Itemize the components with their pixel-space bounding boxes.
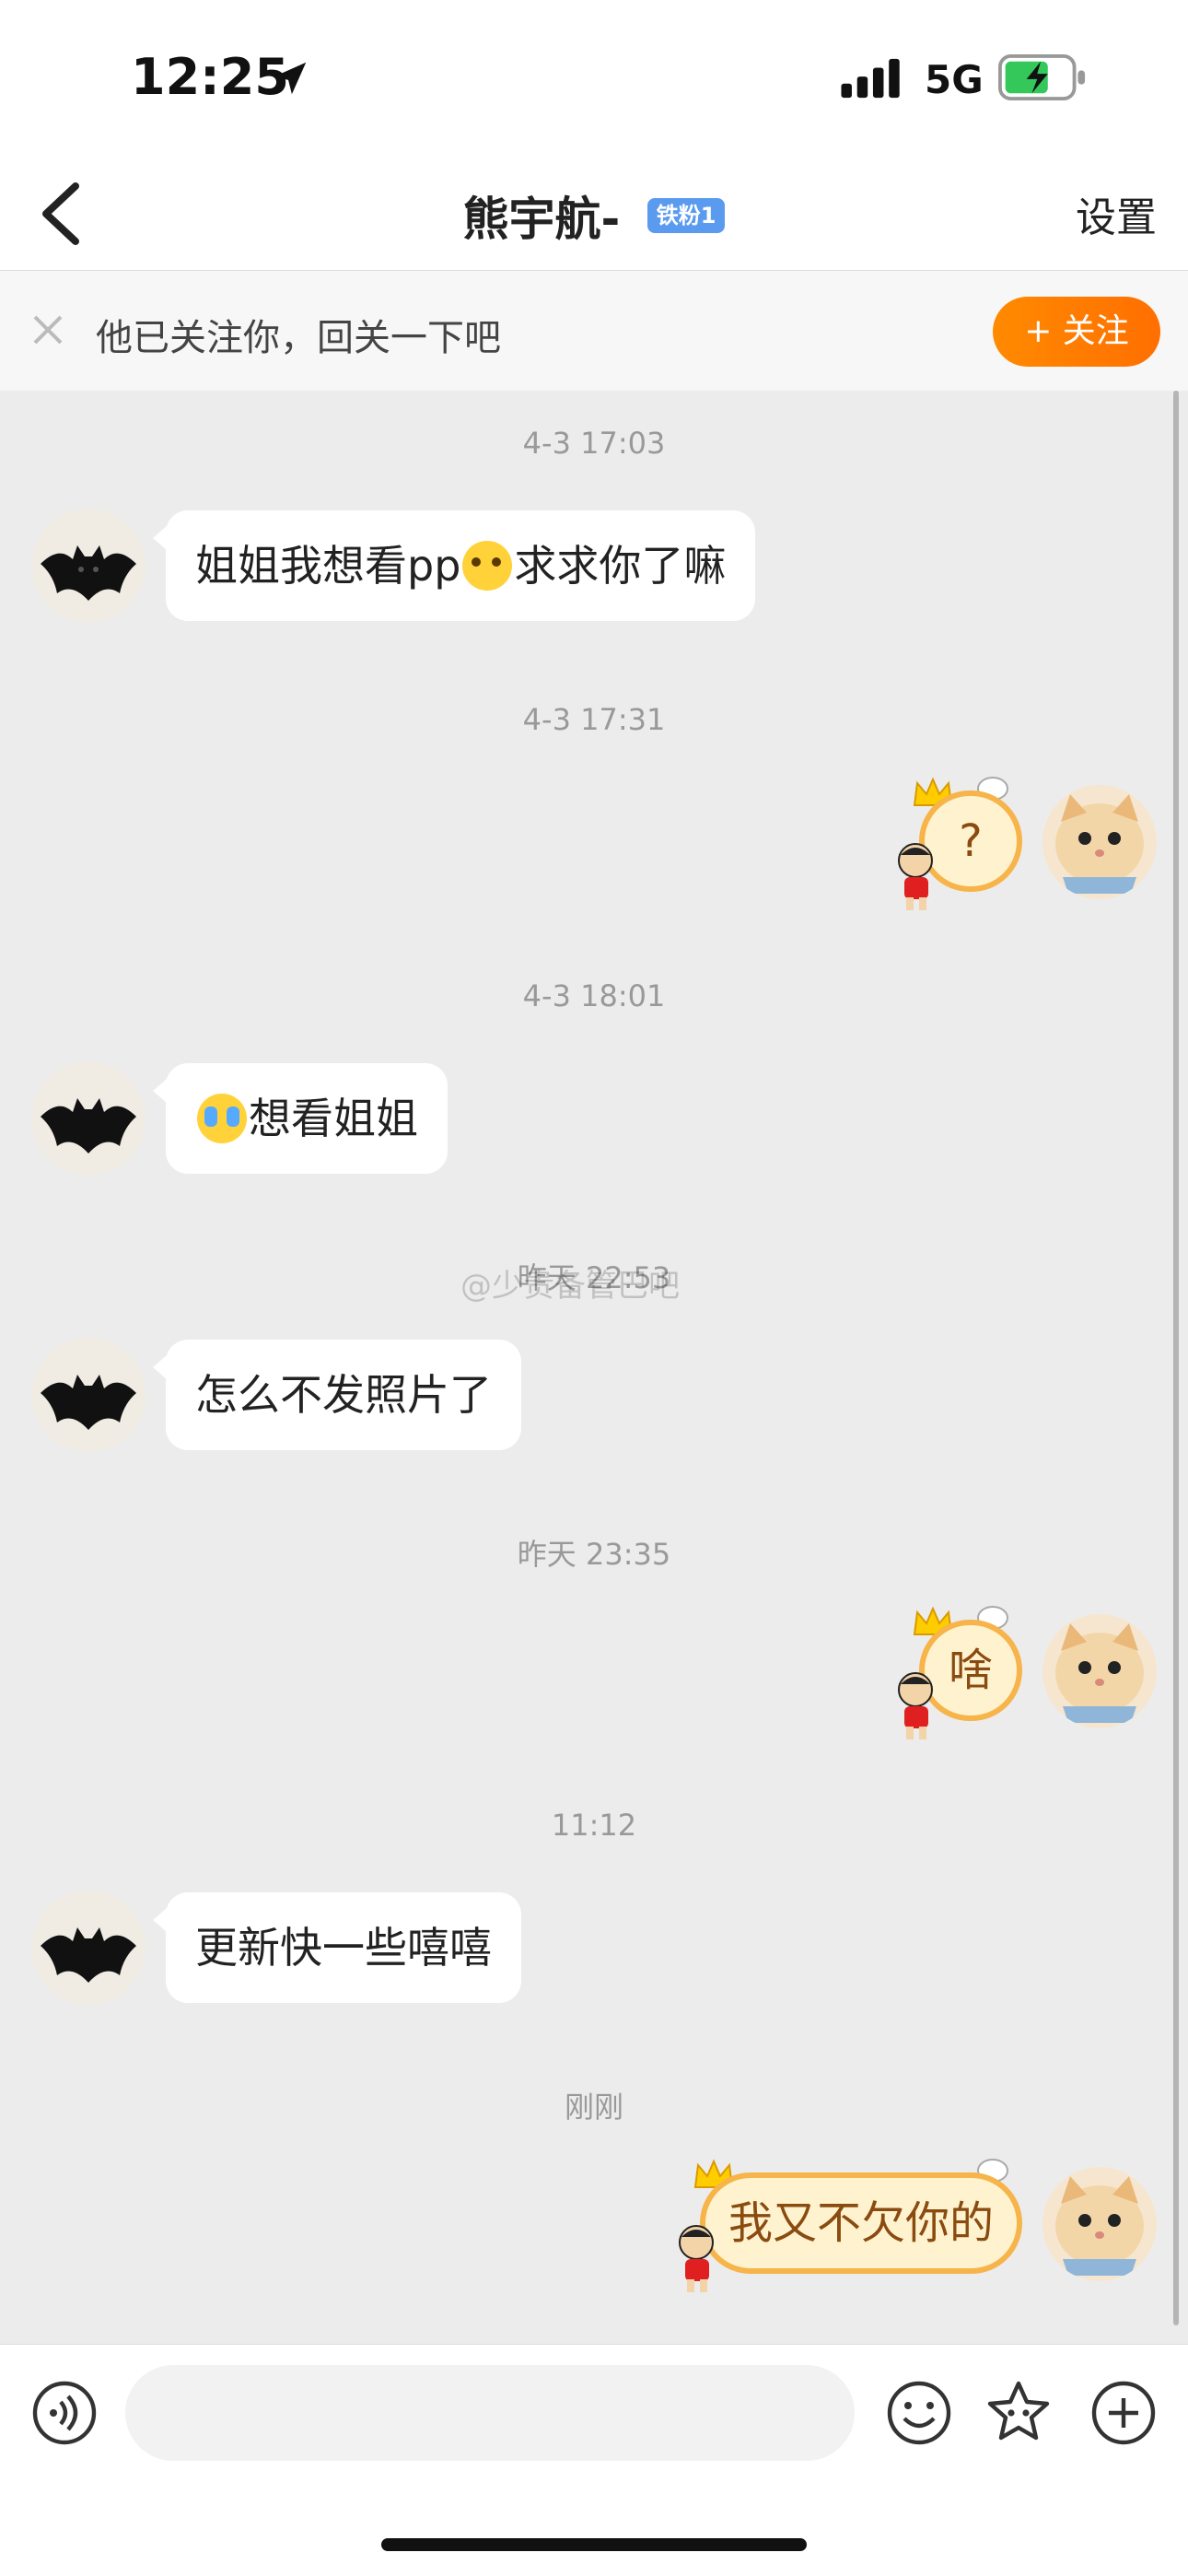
message-timestamp: 11:12 — [551, 1808, 637, 1843]
message-input-bar — [0, 2344, 1188, 2576]
close-icon[interactable] — [29, 311, 66, 348]
settings-button[interactable]: 设置 — [1076, 184, 1157, 243]
cat-avatar-icon — [1055, 2176, 1144, 2276]
message-bubble-received[interactable]: 想看姐姐 — [153, 1063, 448, 1174]
message-timestamp: 昨天 23:35 — [517, 1537, 671, 1572]
cat-avatar-icon — [1055, 794, 1144, 894]
bat-cat-avatar-icon — [41, 1927, 136, 1983]
message-text: 啥 — [948, 1645, 993, 1696]
bat-cat-avatar-icon — [41, 545, 136, 601]
signal-icon — [841, 58, 900, 99]
status-time: 12:25 — [131, 48, 289, 106]
status-bar: 12:25 5G — [0, 0, 1188, 157]
home-indicator — [381, 2538, 807, 2551]
message-timestamp: 4-3 17:31 — [522, 702, 666, 737]
message-text: 姐姐我想看pp — [195, 541, 461, 591]
my-avatar[interactable] — [1042, 1614, 1157, 1728]
message-bubble-sent[interactable]: 我又不欠你的 — [700, 2172, 1022, 2274]
message-timestamp: 4-3 18:01 — [522, 978, 666, 1013]
pleading-face-icon — [462, 540, 513, 591]
bat-cat-avatar-icon — [41, 1098, 136, 1153]
cartoon-character-icon — [679, 2225, 714, 2292]
voice-icon[interactable] — [31, 2380, 98, 2446]
follow-button[interactable]: + 关注 — [993, 297, 1160, 367]
message-text: 想看姐姐 — [249, 1094, 418, 1143]
favorite-sticker-icon[interactable] — [984, 2378, 1054, 2448]
message-bubble-received[interactable]: 更新快一些嘻嘻 — [153, 1892, 521, 2003]
follow-back-banner: 他已关注你，回关一下吧 + 关注 — [0, 271, 1188, 391]
message-timestamp: 4-3 17:03 — [522, 426, 666, 461]
fan-level-badge: 铁粉1 — [646, 198, 726, 233]
chat-header: 熊宇航- 铁粉1 设置 — [0, 157, 1188, 271]
contact-avatar[interactable] — [31, 509, 146, 623]
emoji-icon[interactable] — [886, 2380, 952, 2446]
cartoon-character-icon — [898, 1672, 933, 1739]
cat-avatar-icon — [1055, 1623, 1144, 1723]
follow-back-text: 他已关注你，回关一下吧 — [96, 317, 501, 359]
battery-icon — [998, 54, 1086, 100]
message-input[interactable] — [125, 2365, 855, 2461]
location-arrow-icon — [274, 62, 307, 95]
add-icon[interactable] — [1090, 2380, 1157, 2446]
watermark: @少贵备管巴吧 — [460, 1268, 680, 1305]
message-bubble-received[interactable]: 姐姐我想看pp 求求你了嘛 — [152, 510, 756, 621]
contact-name: 熊宇航- — [462, 193, 621, 246]
bat-cat-avatar-icon — [41, 1375, 136, 1430]
network-label: 5G — [925, 57, 984, 102]
message-bubble-received[interactable]: 怎么不发照片了 — [153, 1340, 521, 1450]
contact-avatar[interactable] — [31, 1061, 146, 1176]
chat-title[interactable]: 熊宇航- 铁粉1 — [0, 182, 1188, 249]
scrollbar[interactable] — [1173, 391, 1179, 2325]
message-timestamp: 刚刚 — [564, 2090, 623, 2125]
message-text: 我又不欠你的 — [728, 2197, 994, 2249]
message-text: 求求你了嘛 — [514, 541, 727, 591]
my-avatar[interactable] — [1042, 2167, 1157, 2281]
message-text: ? — [959, 815, 983, 867]
cartoon-character-icon — [898, 843, 933, 910]
message-text: 怎么不发照片了 — [195, 1370, 492, 1420]
crying-face-icon — [197, 1093, 247, 1143]
message-text: 更新快一些嘻嘻 — [195, 1923, 492, 1973]
contact-avatar[interactable] — [31, 1338, 146, 1452]
my-avatar[interactable] — [1042, 785, 1157, 899]
contact-avatar[interactable] — [31, 1891, 146, 2005]
